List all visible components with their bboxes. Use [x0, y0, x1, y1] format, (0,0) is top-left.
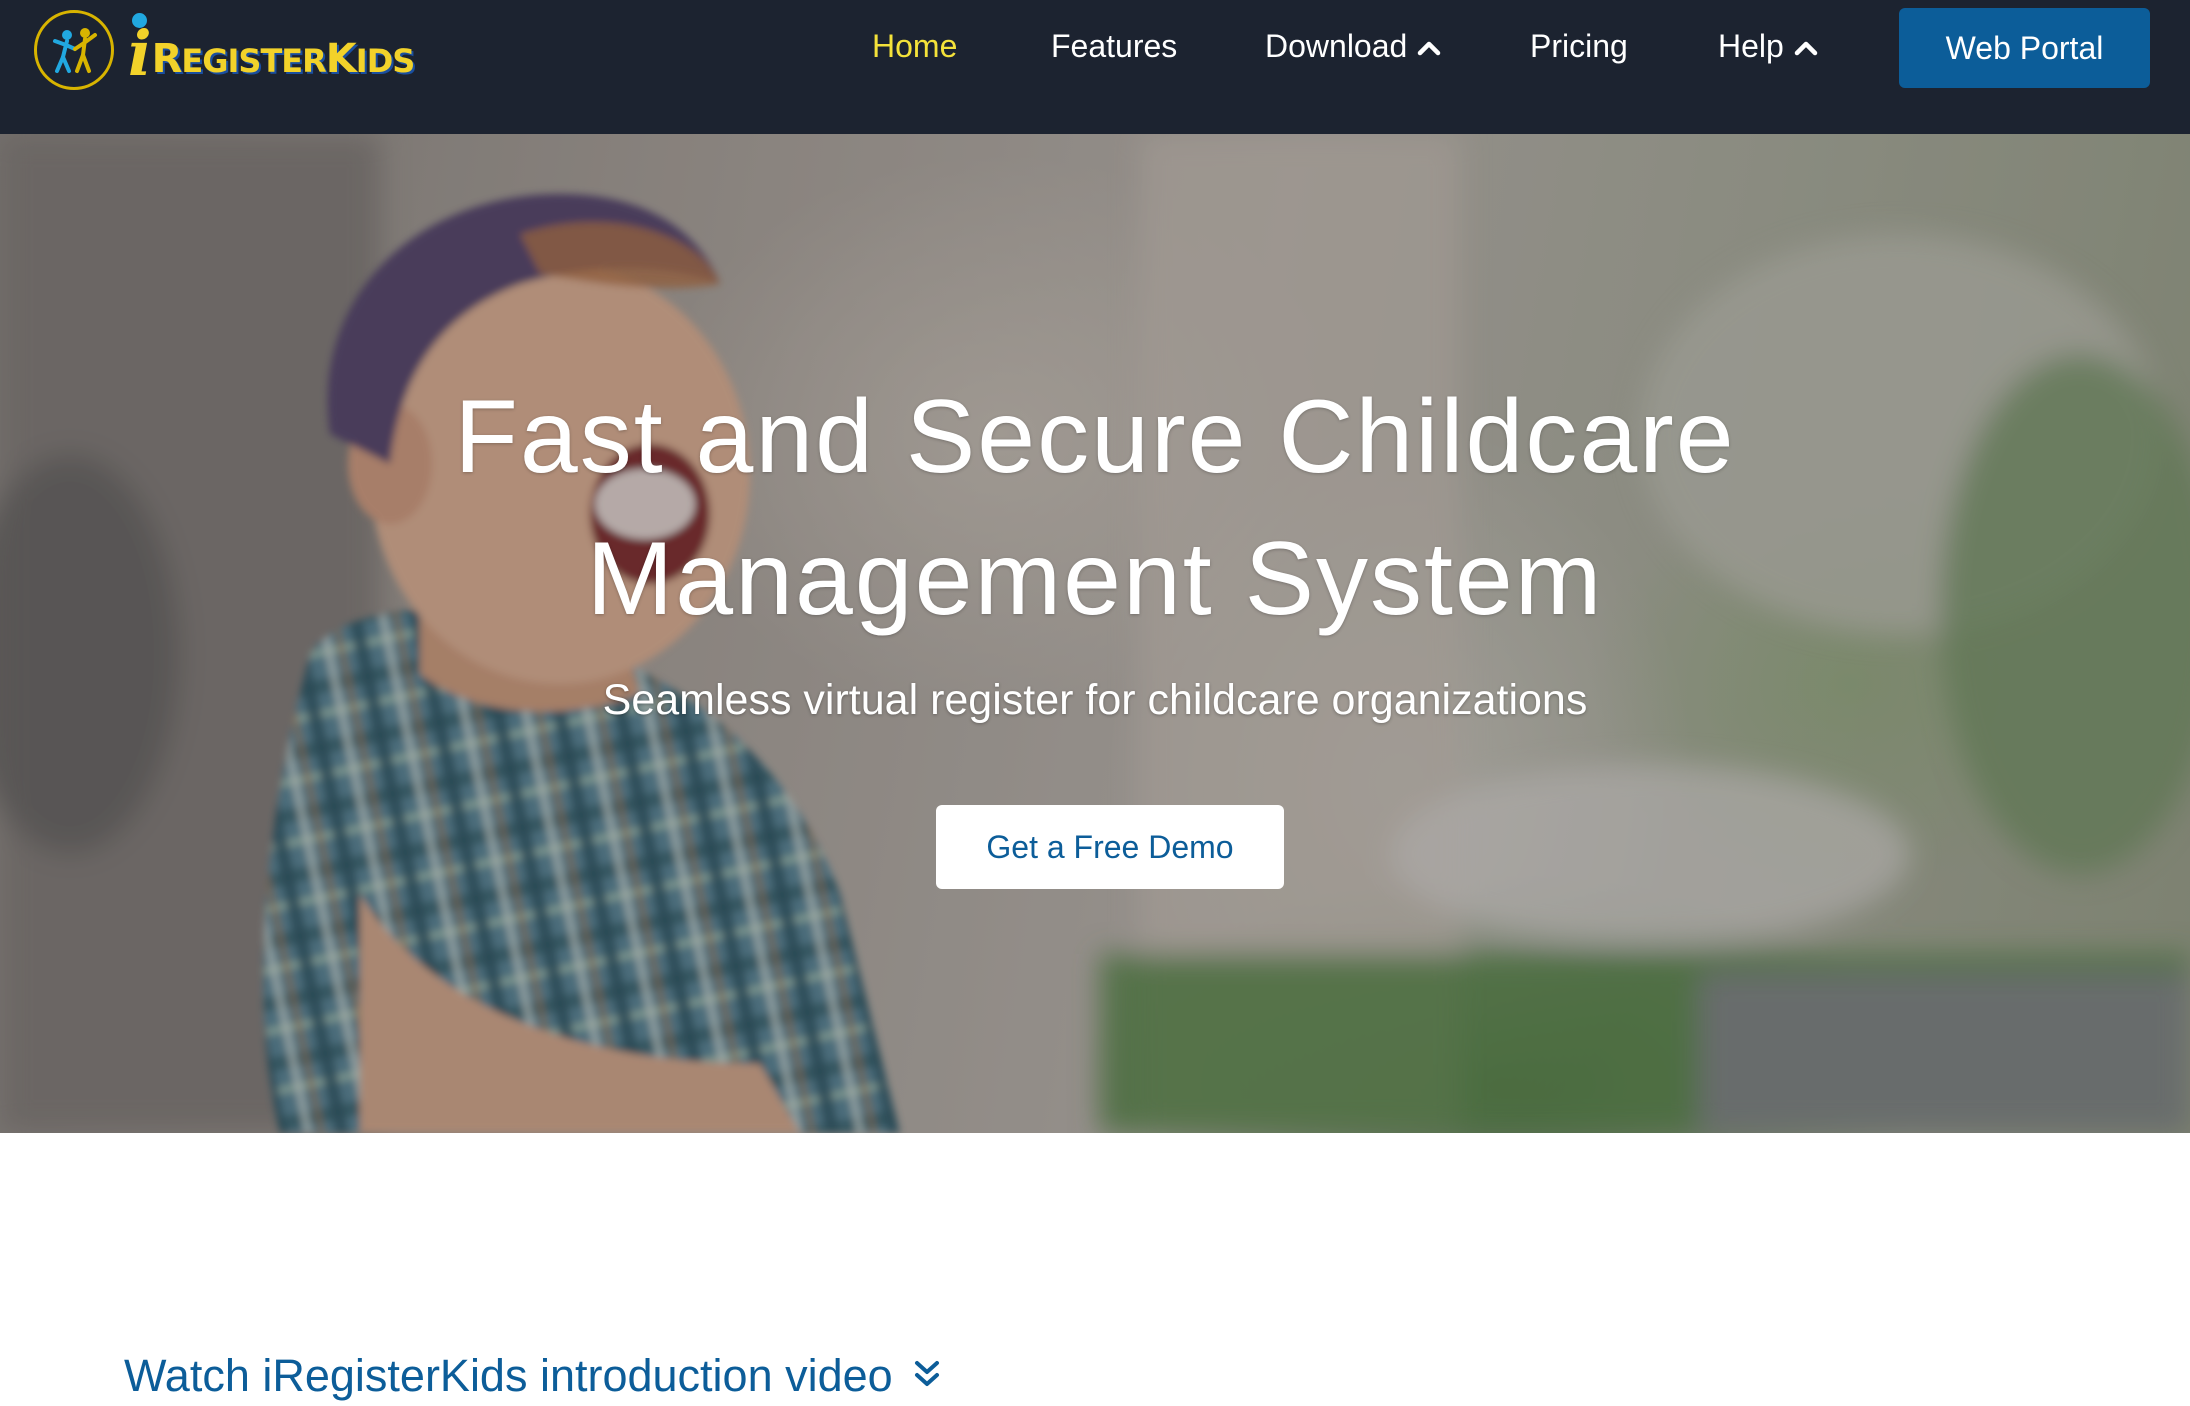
web-portal-button-label: Web Portal: [1945, 29, 2104, 66]
navbar: i REGISTERKIDS Home Features Download Pr…: [0, 0, 2190, 134]
hero-title: Fast and Secure Childcare Management Sys…: [454, 379, 1736, 637]
web-portal-button[interactable]: Web Portal: [1899, 8, 2150, 88]
nav-item-pricing-label: Pricing: [1530, 27, 1628, 64]
watch-intro-video-label: Watch iRegisterKids introduction video: [124, 1350, 893, 1401]
nav-item-download-label: Download: [1265, 27, 1408, 64]
watch-intro-video-link[interactable]: Watch iRegisterKids introduction video: [124, 1346, 941, 1406]
nav-item-features-label: Features: [1051, 27, 1178, 64]
nav-item-features[interactable]: Features: [1051, 22, 1177, 70]
nav-item-home[interactable]: Home: [872, 22, 957, 70]
chevron-up-icon: [1417, 28, 1441, 65]
nav-item-download[interactable]: Download: [1265, 22, 1441, 70]
hero-subtitle: Seamless virtual register for childcare …: [602, 676, 1588, 724]
nav-item-help[interactable]: Help: [1718, 22, 1818, 70]
get-free-demo-button[interactable]: Get a Free Demo: [936, 805, 1284, 889]
chevron-up-icon: [1794, 28, 1818, 65]
nav-item-home-label: Home: [872, 27, 958, 64]
main-nav: Home Features Download Pricing Help Web …: [0, 0, 2190, 92]
get-free-demo-button-label: Get a Free Demo: [986, 828, 1234, 865]
nav-item-pricing[interactable]: Pricing: [1530, 22, 1628, 70]
nav-item-help-label: Help: [1718, 27, 1784, 64]
hero-section: Fast and Secure Childcare Management Sys…: [0, 134, 2190, 1133]
double-chevron-down-icon: [913, 1350, 941, 1402]
